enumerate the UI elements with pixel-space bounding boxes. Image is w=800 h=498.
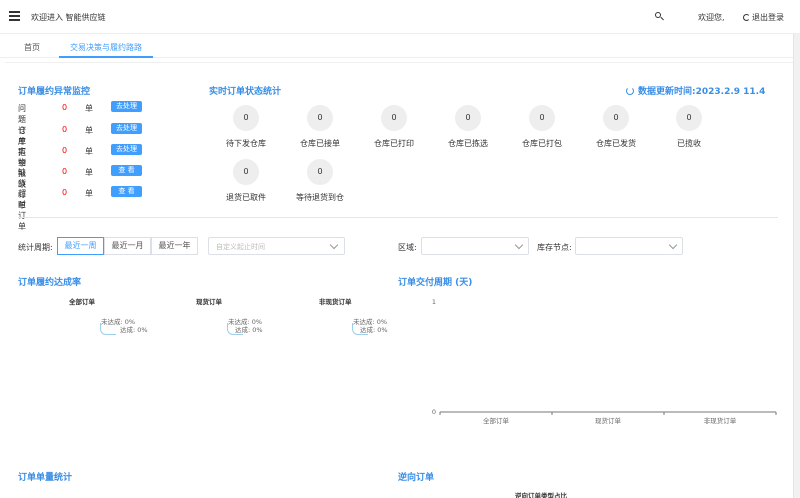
chevron-down-icon — [514, 240, 524, 250]
date-range-picker[interactable]: 自定义起止时间 — [208, 237, 345, 255]
monitor-unit: 单 — [85, 147, 93, 156]
monitor-value: 0 — [62, 188, 68, 197]
fulfillment-title: 订单履约达成率 — [18, 278, 82, 288]
monitor-value: 0 — [62, 167, 68, 176]
monitor-value: 0 — [62, 146, 68, 155]
monitor-action-button[interactable]: 查 看 — [111, 165, 142, 176]
status-label: 仓库已拣选 — [448, 139, 488, 148]
status-count: 0 — [307, 159, 333, 185]
status-count: 0 — [307, 105, 333, 131]
status-item[interactable]: 0 仓库已拣选 — [433, 105, 503, 149]
status-item[interactable]: 0 仓库已打印 — [359, 105, 429, 149]
realtime-title: 实时订单状态统计 — [209, 87, 282, 97]
monitor-label: 超时订单 — [18, 189, 26, 231]
monitor-unit: 单 — [85, 168, 93, 177]
mini-chart-legend: 未达成: 0% 达成: 0% — [101, 318, 148, 334]
region-select[interactable] — [421, 237, 529, 255]
y-tick-label: 1 — [432, 298, 436, 306]
page-scrollbar[interactable] — [793, 34, 800, 498]
logout-label: 退出登录 — [752, 13, 784, 22]
refresh-icon — [626, 87, 634, 95]
period-week-button[interactable]: 最近一周 — [57, 237, 104, 255]
legend-hit: 达成: 0% — [235, 326, 263, 334]
y-tick-label: 0 — [432, 408, 436, 416]
period-month-button[interactable]: 最近一月 — [104, 237, 151, 255]
status-item[interactable]: 0 等待退货到仓 — [285, 159, 355, 203]
period-year-button[interactable]: 最近一年 — [151, 237, 198, 255]
legend-miss: 未达成: 0% — [101, 318, 136, 326]
logout-button[interactable]: 退出登录 — [743, 12, 784, 23]
x-tick-label: 非现货订单 — [704, 416, 737, 425]
mini-chart-legend: 未达成: 0% 达成: 0% — [228, 318, 263, 334]
stock-node-label: 库存节点: — [537, 243, 572, 252]
search-icon[interactable] — [655, 12, 664, 21]
status-count: 0 — [529, 105, 555, 131]
delivery-chart: 1 0 全部订单 现货订单 非现货订单 — [432, 298, 777, 425]
status-item[interactable]: 0 待下发仓库 — [211, 105, 281, 149]
monitor-action-button[interactable]: 查 看 — [111, 186, 142, 197]
status-count: 0 — [603, 105, 629, 131]
monitor-value: 0 — [62, 125, 68, 134]
status-count: 0 — [676, 105, 702, 131]
status-item[interactable]: 0 已揽收 — [654, 105, 724, 149]
status-item[interactable]: 0 仓库已发货 — [581, 105, 651, 149]
stock-node-select[interactable] — [575, 237, 683, 255]
logout-icon — [743, 14, 750, 21]
status-label: 仓库已打印 — [374, 139, 414, 148]
status-item[interactable]: 0 仓库已打包 — [507, 105, 577, 149]
user-greeting[interactable]: 欢迎您, — [698, 12, 725, 23]
update-time-text: 数据更新时间:2023.2.9 11.4 — [638, 87, 766, 97]
legend-miss: 未达成: 0% — [353, 318, 388, 326]
tab-trade-decision[interactable]: 交易决策与履约路路 — [59, 34, 153, 58]
monitor-unit: 单 — [85, 126, 93, 135]
monitor-action-button[interactable]: 去处理 — [111, 123, 142, 134]
mini-chart-legend: 未达成: 0% 达成: 0% — [353, 318, 388, 334]
chevron-down-icon — [668, 240, 678, 250]
chevron-down-icon — [329, 240, 339, 250]
legend-miss: 未达成: 0% — [228, 318, 263, 326]
status-label: 已揽收 — [677, 139, 701, 148]
x-tick-label: 全部订单 — [483, 416, 510, 425]
mini-chart-title: 非现货订单 — [319, 298, 352, 306]
status-count: 0 — [455, 105, 481, 131]
reverse-title: 逆向订单 — [398, 473, 435, 483]
status-item[interactable]: 0 仓库已接单 — [285, 105, 355, 149]
date-range-placeholder: 自定义起止时间 — [216, 243, 265, 251]
status-label: 待下发仓库 — [226, 139, 266, 148]
status-label: 仓库已发货 — [596, 139, 636, 148]
monitor-value: 0 — [62, 103, 68, 112]
status-count: 0 — [233, 105, 259, 131]
mini-chart-title: 全部订单 — [69, 298, 95, 306]
legend-hit: 达成: 0% — [360, 326, 388, 334]
status-count: 0 — [233, 159, 259, 185]
region-label: 区域: — [398, 243, 417, 252]
legend-hit: 达成: 0% — [120, 326, 148, 334]
tab-bar: 首页 交易决策与履约路路 — [0, 34, 800, 58]
monitor-unit: 单 — [85, 189, 93, 198]
volume-title: 订单单量统计 — [18, 473, 73, 483]
x-tick-label: 现货订单 — [595, 416, 622, 425]
status-label: 仓库已打包 — [522, 139, 562, 148]
menu-toggle-icon[interactable] — [9, 11, 20, 21]
status-count: 0 — [381, 105, 407, 131]
delivery-chart-title: 订单交付周期 (天) — [398, 278, 473, 288]
top-bar: 欢迎进入 智能供应链 欢迎您, 退出登录 — [0, 0, 800, 34]
period-label: 统计周期: — [18, 243, 53, 252]
monitor-action-button[interactable]: 去处理 — [111, 101, 142, 112]
welcome-text: 欢迎进入 智能供应链 — [31, 13, 106, 22]
mini-chart-title: 现货订单 — [196, 298, 222, 306]
reverse-chart-title: 逆向订单类型占比 — [515, 492, 567, 498]
status-label: 仓库已接单 — [300, 139, 340, 148]
section-divider — [18, 217, 778, 218]
monitor-unit: 单 — [85, 104, 93, 113]
status-item[interactable]: 0 退货已取件 — [211, 159, 281, 203]
status-label: 等待退货到仓 — [296, 193, 344, 202]
tab-home[interactable]: 首页 — [24, 42, 40, 53]
status-label: 退货已取件 — [226, 193, 266, 202]
monitor-title: 订单履约异常监控 — [18, 87, 91, 97]
update-time[interactable]: 数据更新时间:2023.2.9 11.4 — [626, 84, 765, 97]
monitor-action-button[interactable]: 去处理 — [111, 144, 142, 155]
